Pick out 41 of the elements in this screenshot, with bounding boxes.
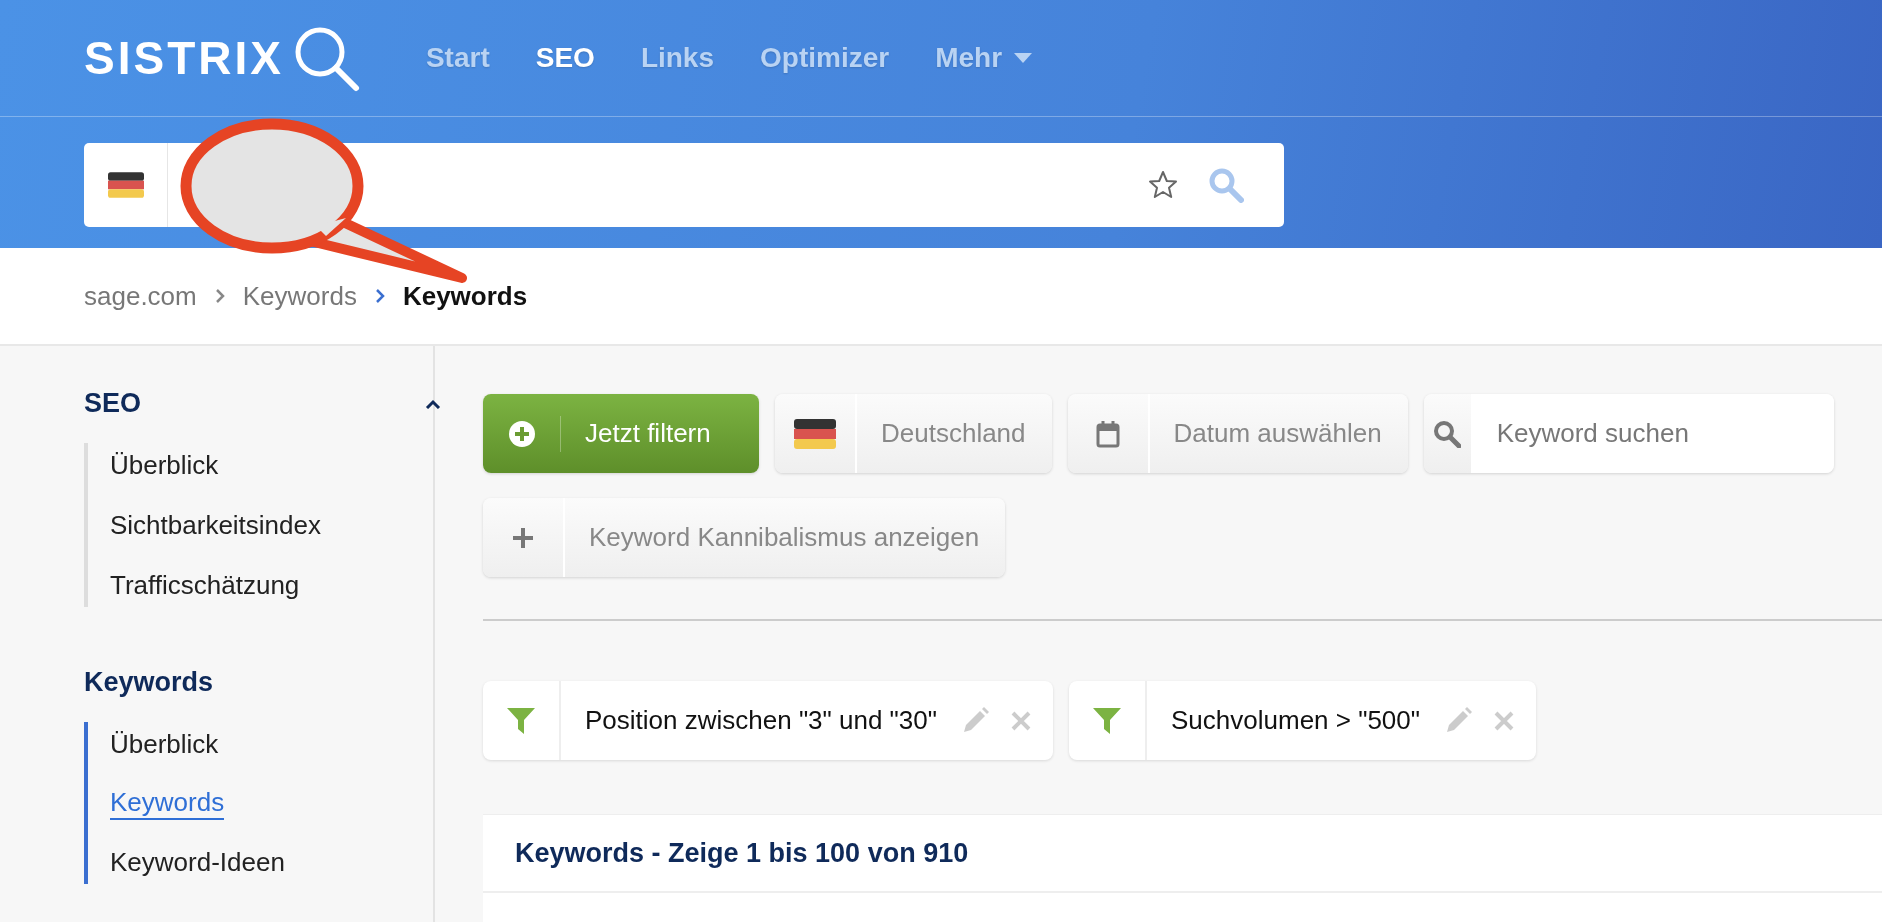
chevron-right-icon <box>374 288 385 304</box>
funnel-icon <box>506 705 536 736</box>
german-flag-icon <box>107 172 144 198</box>
filter-button[interactable]: Jetzt filtern <box>483 394 759 473</box>
card-title: Keywords - Zeige 1 bis 100 von 910 <box>515 837 969 869</box>
keyword-search-field[interactable]: Keyword suchen <box>1423 394 1834 473</box>
close-icon[interactable] <box>1011 710 1031 731</box>
pencil-icon[interactable] <box>1444 706 1473 735</box>
breadcrumb-link[interactable]: sage.com <box>84 280 197 312</box>
plus-circle-icon <box>507 419 536 448</box>
filter-label: Position zwischen "3" und "30" <box>584 705 938 736</box>
star-icon[interactable] <box>1148 170 1178 200</box>
sidebar-heading: Keywords <box>84 667 214 698</box>
funnel-icon <box>1092 705 1122 736</box>
close-icon[interactable] <box>1494 710 1515 731</box>
nav-link[interactable]: Links <box>640 42 714 74</box>
nav-link[interactable]: Mehr <box>935 42 1033 74</box>
sidebar-item[interactable]: Trafficschätzung <box>110 567 300 603</box>
country-button[interactable]: Deutschland <box>775 394 1052 473</box>
plus-icon <box>512 526 534 549</box>
cannibalism-button[interactable]: Keyword Kannibalismus anzeigen <box>483 498 1006 577</box>
pencil-icon[interactable] <box>961 706 989 735</box>
sidebar-item[interactable]: Keywords <box>110 786 225 820</box>
breadcrumb-link[interactable]: Keywords <box>242 280 357 312</box>
date-button[interactable]: Datum auswählen <box>1067 394 1408 473</box>
sidebar-item[interactable]: Keyword-Ideen <box>110 844 285 880</box>
breadcrumb-link[interactable]: Keywords <box>402 280 528 312</box>
nav-link[interactable]: Optimizer <box>760 42 890 74</box>
chevron-right-icon <box>214 288 225 304</box>
chevron-up-icon[interactable] <box>425 398 441 409</box>
search-icon <box>1433 419 1462 448</box>
german-flag-icon <box>794 418 836 449</box>
logo-text: SISTRIX <box>84 31 284 85</box>
sidebar-heading: SEO <box>84 388 142 419</box>
sidebar-item[interactable]: Sichtbarkeitsindex <box>110 507 321 543</box>
sidebar-item[interactable]: Überblick <box>110 447 219 483</box>
nav-link[interactable]: SEO <box>535 42 595 74</box>
filter-label: Suchvolumen > "500" <box>1170 705 1422 736</box>
calendar-icon <box>1095 419 1120 448</box>
search-icon[interactable] <box>1208 167 1244 203</box>
sidebar-item[interactable]: Überblick <box>110 726 219 762</box>
